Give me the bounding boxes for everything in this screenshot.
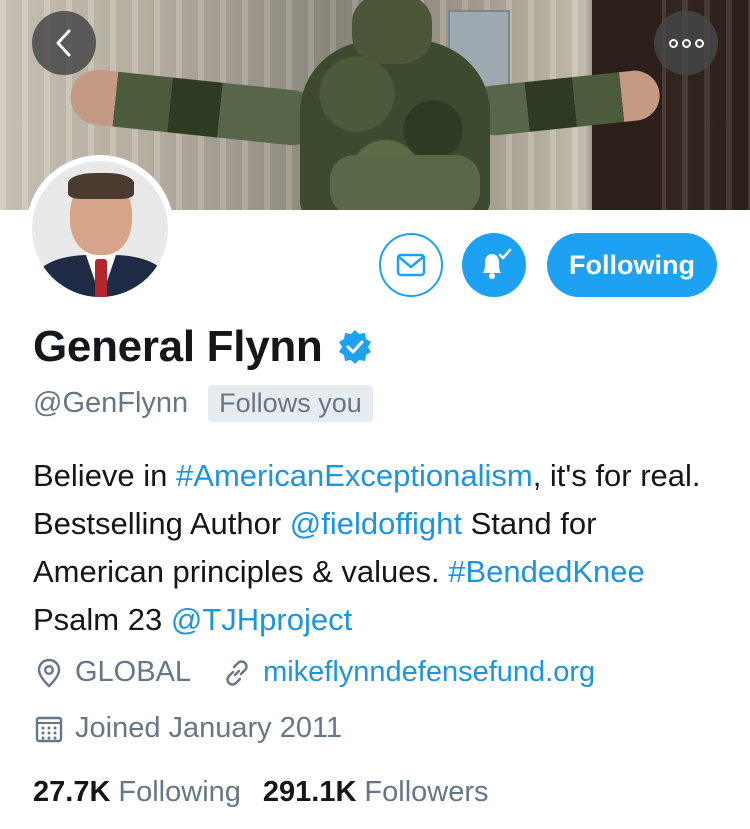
message-button[interactable] [379,233,443,297]
notifications-button[interactable] [462,233,526,297]
joined-row: Joined January 2011 [33,712,342,745]
link-icon [221,657,253,689]
following-label[interactable]: Following [118,776,241,809]
website-link[interactable]: mikeflynndefensefund.org [263,656,595,689]
calendar-icon [33,713,65,745]
chevron-left-icon [56,29,71,57]
bio-text: Psalm 23 [33,602,171,637]
hashtag-link[interactable]: #BendedKnee [448,554,645,589]
display-name: General Flynn [33,322,323,371]
follows-you-badge: Follows you [208,385,373,422]
back-button[interactable] [32,11,96,75]
bio-text: Believe in [33,458,177,493]
location-website-row: GLOBAL mikeflynndefensefund.org [33,656,595,689]
envelope-icon [396,253,426,277]
verified-badge-icon [338,330,371,364]
mention-link[interactable]: @TJHproject [171,602,352,637]
banner-soldier-head [352,0,432,64]
bell-check-icon [483,248,512,279]
following-count[interactable]: 27.7K [33,776,110,809]
more-options-icon [668,38,704,48]
follow-stats: 27.7K Following 291.1K Followers [33,776,511,809]
profile-name-row: General Flynn [33,322,373,372]
followers-label[interactable]: Followers [364,776,488,809]
avatar[interactable] [26,155,174,303]
profile-bio: Believe in #AmericanExceptionalism, it's… [33,452,713,644]
mention-link[interactable]: @fieldoffight [290,506,462,541]
location-pin-icon [33,657,65,689]
followers-count[interactable]: 291.1K [263,776,357,809]
more-options-button[interactable] [654,11,718,75]
hashtag-link[interactable]: #AmericanExceptionalism [176,458,533,493]
joined-text: Joined January 2011 [75,712,343,744]
location-text: GLOBAL [75,656,192,688]
following-button[interactable]: Following [547,233,717,297]
banner-parachute-pack [330,155,480,210]
handle: @GenFlynn [33,387,189,419]
handle-row: @GenFlynn Follows you [33,385,373,422]
